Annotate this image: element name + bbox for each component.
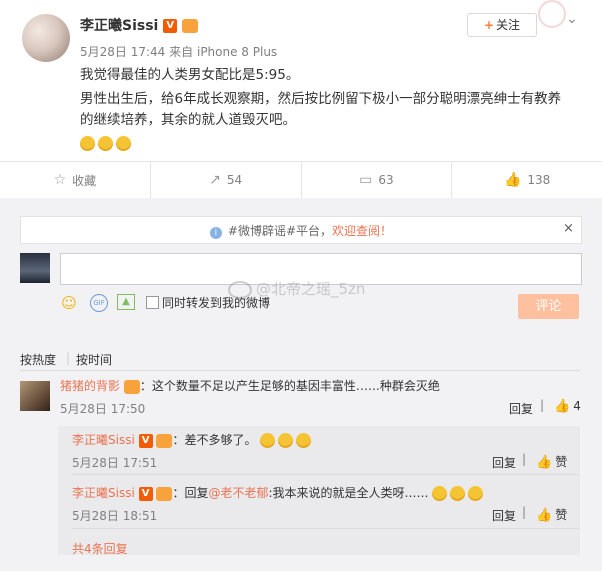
repost-button[interactable]: ↗ 54 [151, 162, 302, 198]
current-user-avatar[interactable] [20, 253, 50, 283]
comment-line: 猪猪的背影 ：这个数量不足以产生足够的基因丰富性……种群会灭绝 [60, 377, 440, 394]
sort-by-time-tab[interactable]: 按时间 [76, 351, 112, 368]
reply-author[interactable]: 李正曦Sissi [72, 486, 135, 500]
verified-badge-icon: V [138, 433, 153, 448]
plus-icon: + [483, 18, 495, 32]
commenter-avatar[interactable] [20, 381, 50, 411]
thumbs-up-icon: 👍 [536, 508, 553, 523]
notice-link[interactable]: 欢迎查阅！ [332, 224, 392, 238]
notice-text: i #微博辟谣#平台，欢迎查阅！ [21, 222, 581, 239]
post-source-prefix: 来自 [169, 45, 194, 59]
reply-text: ：差不多够了。 [172, 433, 257, 447]
reply-time: 5月28日 18:51 [72, 509, 158, 523]
emoji-icon [80, 136, 95, 151]
member-level-icon [123, 379, 140, 394]
divider [72, 528, 580, 529]
reply-like-button[interactable]: 👍 赞 [536, 506, 567, 523]
watermark: @北帝之瑶_5zn [228, 278, 365, 299]
post-text-line-1: 我觉得最佳的人类男女配比是5:95。 [80, 67, 300, 83]
thumbs-up-icon: 👍 [554, 399, 571, 414]
reply-author[interactable]: 李正曦Sissi [72, 433, 135, 447]
laugh-emoji-icon [432, 486, 448, 501]
favorite-button[interactable]: ☆ 收藏 [0, 162, 151, 198]
action-bar: ☆ 收藏 ↗ 54 ▭ 63 👍 138 [0, 162, 602, 198]
view-all-replies-link[interactable]: 共4条回复 [72, 540, 128, 557]
cat-emoji-icon [296, 433, 312, 448]
comment-count: 63 [378, 173, 394, 187]
reply-line: 李正曦Sissi V ：差不多够了。 [72, 431, 314, 448]
reply-mention[interactable]: @老不老郁 [208, 486, 268, 500]
notice-prefix: #微博辟谣#平台， [227, 224, 333, 238]
reply-time: 5月28日 17:51 [72, 456, 158, 470]
also-repost-checkbox[interactable] [146, 296, 159, 309]
sep-bar: | [522, 505, 527, 519]
sort-divider: | [66, 351, 71, 365]
emoji-icon [116, 136, 131, 151]
image-icon[interactable]: ▲ [117, 294, 135, 310]
verified-badge-icon: V [138, 486, 153, 501]
member-level-icon [182, 19, 199, 33]
comment-like-button[interactable]: 👍 4 [554, 399, 581, 414]
laugh-emoji-icon [450, 486, 466, 501]
weibo-logo-icon [228, 280, 252, 299]
reply-link[interactable]: 回复 [492, 507, 516, 524]
reply-link[interactable]: 回复 [509, 400, 533, 417]
cat-emoji-icon [278, 433, 294, 448]
comment-icon: ▭ [359, 172, 373, 188]
post-emoji-row [80, 136, 134, 151]
follow-button[interactable]: + 关注 [467, 13, 537, 37]
repost-count: 54 [226, 173, 243, 187]
submit-comment-button[interactable]: 评论 [518, 294, 579, 319]
like-count: 138 [527, 173, 551, 187]
reply-link[interactable]: 回复 [492, 454, 516, 471]
rumor-notice-bar: i #微博辟谣#平台，欢迎查阅！ × [20, 216, 582, 244]
reply-like-button[interactable]: 👍 赞 [536, 453, 567, 470]
reply-line: 李正曦Sissi V ：回复@老不老郁:我本来说的就是全人类呀…… [72, 484, 486, 501]
verified-badge-icon: V [163, 19, 178, 33]
comment-time: 5月28日 17:50 [60, 402, 146, 416]
member-level-icon [156, 433, 173, 448]
repost-icon: ↗ [209, 172, 221, 188]
emoji-icon [98, 136, 113, 151]
stamp-icon [538, 0, 566, 28]
reply-like-label: 赞 [555, 455, 568, 469]
commenter-name[interactable]: 猪猪的背影 [60, 379, 120, 393]
post-source[interactable]: iPhone 8 Plus [197, 45, 277, 59]
like-button[interactable]: 👍 138 [452, 162, 602, 198]
reply-text: :我本来说的就是全人类呀…… [268, 486, 429, 500]
comment-text: ：这个数量不足以产生足够的基因丰富性……种群会灭绝 [139, 379, 440, 393]
gif-icon[interactable]: GIF [90, 294, 108, 312]
watermark-text: @北帝之瑶_5zn [256, 280, 366, 298]
laugh-emoji-icon [468, 486, 484, 501]
star-icon: ☆ [53, 172, 67, 188]
follow-label: 关注 [496, 18, 521, 32]
author-name-row: 李正曦Sissi V [80, 15, 199, 35]
emoji-picker-icon[interactable]: ☺ [60, 294, 78, 312]
post-meta: 5月28日 17:44 来自 iPhone 8 Plus [80, 43, 277, 60]
info-icon: i [209, 227, 222, 239]
reply-like-label: 赞 [555, 508, 568, 522]
thumbs-up-icon: 👍 [503, 172, 522, 188]
sort-by-hot-tab[interactable]: 按热度 [20, 351, 56, 368]
favorite-label: 收藏 [72, 173, 97, 188]
post-text-line-3: 的继续培养，其余的就人道毁灭吧。 [80, 112, 296, 128]
comment-like-count: 4 [573, 399, 581, 413]
reply-prefix: ：回复 [172, 486, 209, 500]
thumbs-up-icon: 👍 [536, 455, 553, 470]
chevron-down-icon[interactable]: ⌄ [566, 11, 578, 27]
cat-emoji-icon [260, 433, 276, 448]
sep-bar: | [540, 398, 545, 412]
author-avatar[interactable] [22, 14, 70, 62]
post-time[interactable]: 5月28日 17:44 [80, 45, 165, 59]
close-icon[interactable]: × [563, 221, 574, 236]
divider [20, 370, 580, 371]
member-level-icon [156, 486, 173, 501]
comment-button[interactable]: ▭ 63 [302, 162, 453, 198]
sep-bar: | [522, 452, 527, 466]
divider [72, 474, 580, 475]
author-name[interactable]: 李正曦Sissi [80, 18, 158, 34]
